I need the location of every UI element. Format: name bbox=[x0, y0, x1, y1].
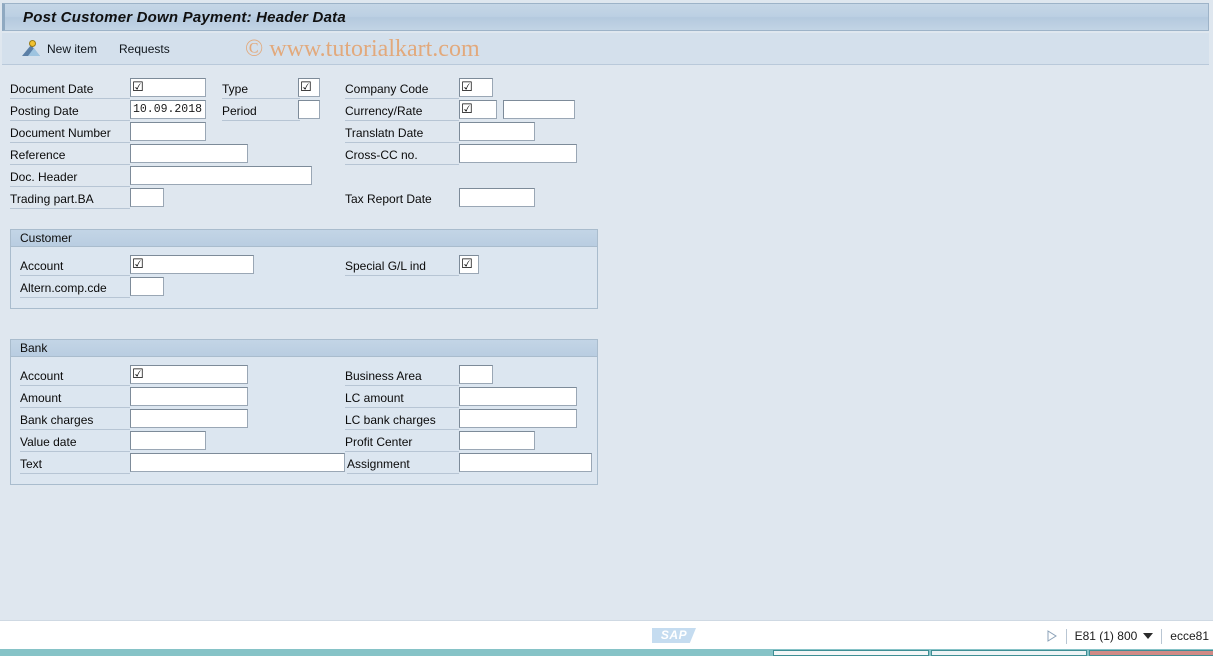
label-tax-report-date: Tax Report Date bbox=[345, 191, 432, 206]
window-title-bar: Post Customer Down Payment: Header Data bbox=[2, 3, 1209, 31]
label-trading-part-ba: Trading part.BA bbox=[10, 189, 130, 209]
label-doc-header: Doc. Header bbox=[10, 167, 130, 187]
input-translatn-date[interactable] bbox=[459, 122, 535, 141]
input-doc-header[interactable] bbox=[130, 166, 312, 185]
input-cross-cc-no[interactable] bbox=[459, 144, 577, 163]
new-item-person-icon bbox=[22, 40, 40, 57]
requests-label: Requests bbox=[119, 41, 170, 56]
value-posting-date: 10.09.2018 bbox=[133, 103, 203, 116]
sap-application-window: Post Customer Down Payment: Header Data … bbox=[0, 0, 1213, 632]
input-company-code[interactable]: ☑ bbox=[459, 78, 493, 97]
input-trading-part-ba[interactable] bbox=[130, 188, 164, 207]
input-period[interactable] bbox=[298, 100, 320, 119]
required-field-icon: ☑ bbox=[132, 367, 144, 382]
form-area: Document Date ☑ Posting Date 10.09.2018 … bbox=[2, 66, 1209, 629]
input-text[interactable] bbox=[130, 453, 345, 472]
label-bank-account: Account bbox=[20, 366, 130, 386]
input-lc-amount[interactable] bbox=[459, 387, 577, 406]
label-special-gl-ind: Special G/L ind bbox=[345, 256, 459, 276]
input-lc-bank-charges[interactable] bbox=[459, 409, 577, 428]
status-separator-1 bbox=[1065, 628, 1067, 644]
bank-group-title: Bank bbox=[11, 340, 597, 357]
input-altern-comp-cde[interactable] bbox=[130, 277, 164, 296]
required-field-icon: ☑ bbox=[132, 80, 144, 95]
label-lc-amount: LC amount bbox=[345, 388, 459, 408]
os-taskbar-sliver bbox=[0, 649, 1213, 656]
status-bar bbox=[0, 620, 1213, 648]
input-amount[interactable] bbox=[130, 387, 248, 406]
input-type[interactable]: ☑ bbox=[298, 78, 320, 97]
application-toolbar: New item Requests bbox=[2, 33, 1209, 65]
label-lc-bank-charges: LC bank charges bbox=[345, 410, 459, 430]
status-separator-2 bbox=[1161, 628, 1163, 644]
input-assignment[interactable] bbox=[459, 453, 592, 472]
label-amount: Amount bbox=[20, 388, 130, 408]
customer-group-title: Customer bbox=[11, 230, 597, 247]
label-assignment: Assignment bbox=[347, 454, 459, 474]
requests-button[interactable]: Requests bbox=[113, 37, 176, 61]
input-bank-charges[interactable] bbox=[130, 409, 248, 428]
status-bar-right: E81 (1) 800 ecce81 bbox=[1046, 626, 1209, 646]
label-cross-cc-no: Cross-CC no. bbox=[345, 145, 459, 165]
sap-logo: SAP bbox=[652, 628, 696, 643]
play-triangle-svg bbox=[1047, 630, 1057, 642]
label-currency-rate: Currency/Rate bbox=[345, 101, 459, 121]
label-altern-comp-cde: Altern.comp.cde bbox=[20, 278, 130, 298]
input-reference[interactable] bbox=[130, 144, 248, 163]
label-document-number: Document Number bbox=[10, 123, 130, 143]
label-translatn-date: Translatn Date bbox=[345, 123, 459, 143]
input-profit-center[interactable] bbox=[459, 431, 535, 450]
status-user-label: ecce81 bbox=[1170, 629, 1209, 643]
input-document-date[interactable]: ☑ bbox=[130, 78, 206, 97]
required-field-icon: ☑ bbox=[132, 257, 144, 272]
required-field-icon: ☑ bbox=[461, 257, 473, 272]
taskbar-item-1[interactable] bbox=[773, 650, 929, 656]
play-triangle-icon[interactable] bbox=[1046, 630, 1058, 643]
input-bank-account[interactable]: ☑ bbox=[130, 365, 248, 384]
label-business-area: Business Area bbox=[345, 366, 459, 386]
label-customer-account: Account bbox=[20, 256, 130, 276]
input-posting-date[interactable]: 10.09.2018 bbox=[130, 100, 206, 119]
label-company-code: Company Code bbox=[345, 79, 459, 99]
label-document-date: Document Date bbox=[10, 79, 130, 99]
input-special-gl-ind[interactable]: ☑ bbox=[459, 255, 479, 274]
new-item-button[interactable]: New item bbox=[16, 37, 103, 61]
status-system-label: E81 (1) 800 bbox=[1074, 629, 1138, 643]
input-document-number[interactable] bbox=[130, 122, 206, 141]
input-currency[interactable]: ☑ bbox=[459, 100, 497, 119]
label-profit-center: Profit Center bbox=[345, 432, 459, 452]
required-field-icon: ☑ bbox=[461, 102, 473, 117]
watermark-text: © www.tutorialkart.com bbox=[245, 36, 480, 62]
input-business-area[interactable] bbox=[459, 365, 493, 384]
required-field-icon: ☑ bbox=[461, 80, 473, 95]
taskbar-item-3[interactable] bbox=[1089, 650, 1213, 656]
taskbar-item-2[interactable] bbox=[931, 650, 1087, 656]
label-value-date: Value date bbox=[20, 432, 130, 452]
input-rate[interactable] bbox=[503, 100, 575, 119]
new-item-label: New item bbox=[47, 41, 98, 56]
label-posting-date: Posting Date bbox=[10, 101, 130, 121]
label-period: Period bbox=[222, 101, 300, 121]
page-title: Post Customer Down Payment: Header Data bbox=[23, 8, 346, 26]
required-field-icon: ☑ bbox=[300, 80, 312, 95]
label-type: Type bbox=[222, 79, 300, 99]
label-bank-charges: Bank charges bbox=[20, 410, 130, 430]
chevron-down-icon[interactable] bbox=[1143, 633, 1154, 639]
input-customer-account[interactable]: ☑ bbox=[130, 255, 254, 274]
label-reference: Reference bbox=[10, 145, 130, 165]
input-value-date[interactable] bbox=[130, 431, 206, 450]
input-tax-report-date[interactable] bbox=[459, 188, 535, 207]
label-text: Text bbox=[20, 454, 130, 474]
